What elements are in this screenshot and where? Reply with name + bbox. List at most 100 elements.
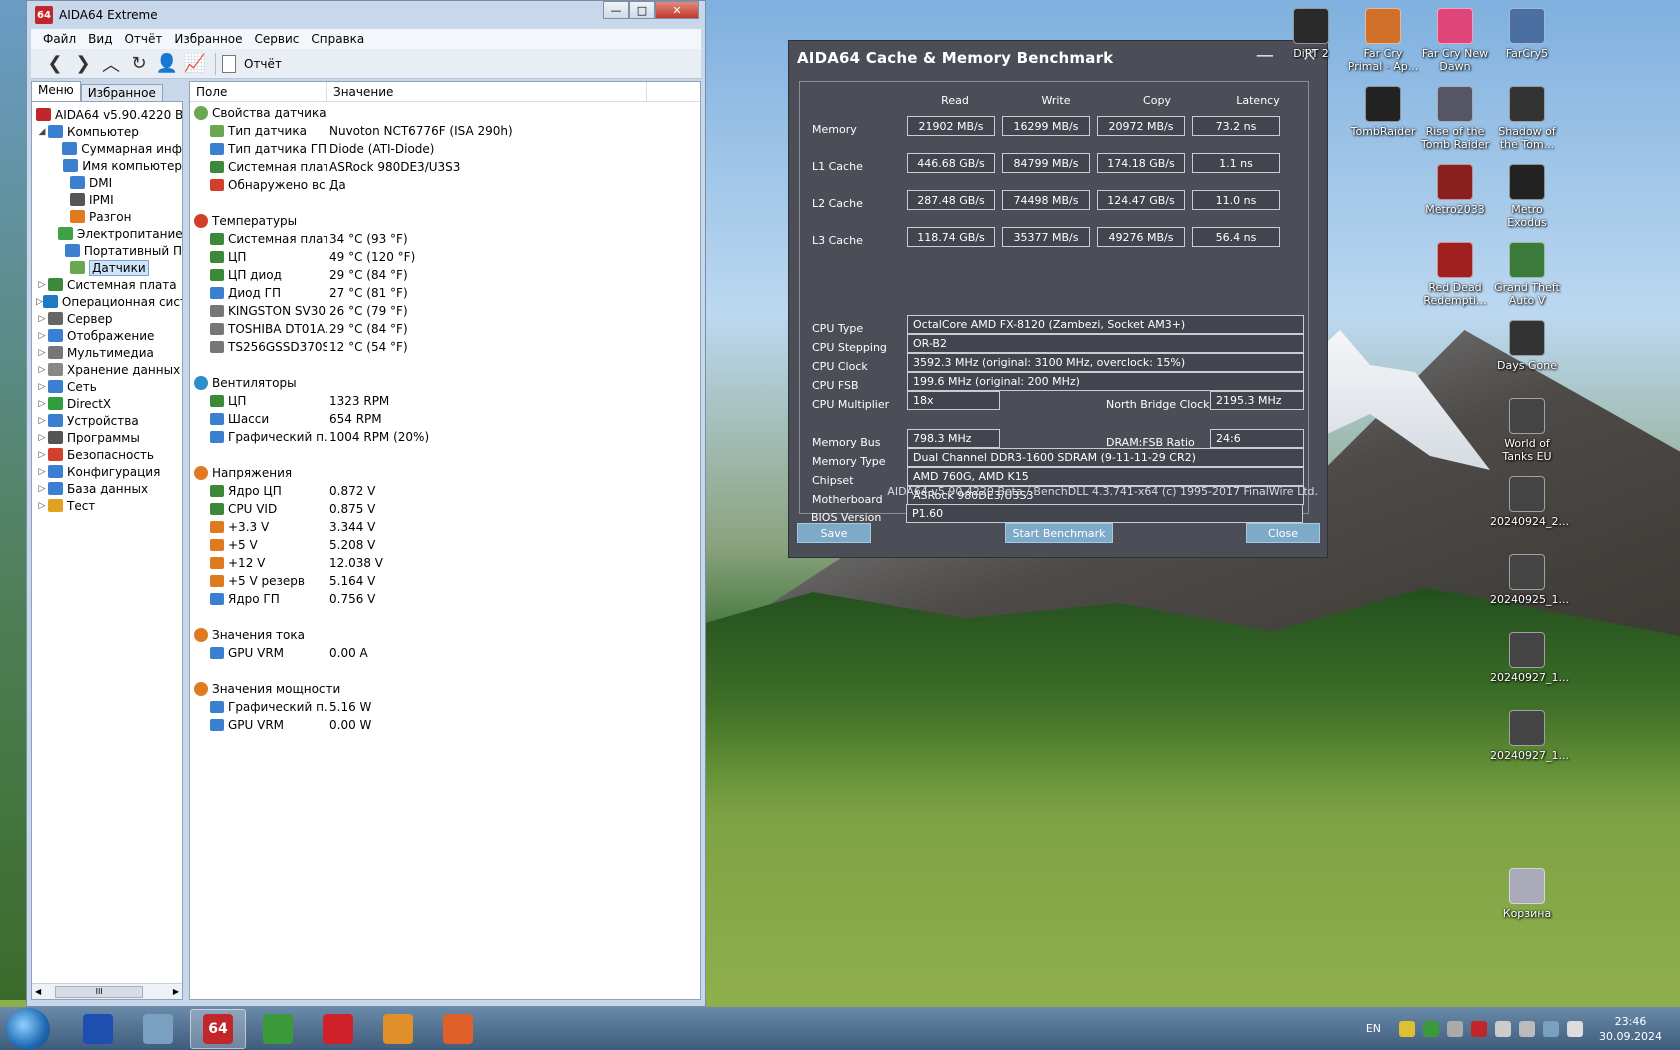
sensor-row[interactable]: CPU VID 0.875 V — [190, 500, 700, 518]
start-button[interactable] — [6, 1007, 50, 1050]
taskbar-player-app[interactable] — [370, 1009, 426, 1049]
chart-icon[interactable]: 📈 — [181, 51, 209, 77]
taskbar-xbox-app[interactable] — [250, 1009, 306, 1049]
sensor-row[interactable]: Графический п... 5.16 W — [190, 698, 700, 716]
desktop-shortcut[interactable]: Grand Theft Auto V — [1490, 242, 1564, 307]
tree-item[interactable]: Электропитание — [32, 225, 182, 242]
sensor-group-header[interactable]: Значения тока — [190, 626, 700, 644]
desktop-shortcut[interactable]: Metro2033 — [1418, 164, 1492, 216]
scroll-thumb[interactable]: III — [55, 985, 144, 998]
tree-expander-icon[interactable]: ▷ — [36, 348, 48, 358]
sensor-row[interactable]: ЦП диод 29 °C (84 °F) — [190, 266, 700, 284]
tree-item[interactable]: AIDA64 v5.90.4220 Beta — [32, 106, 182, 123]
tray-generic-icon[interactable] — [1447, 1020, 1464, 1037]
sensor-row[interactable]: GPU VRM 0.00 A — [190, 644, 700, 662]
tree-expander-icon[interactable]: ▷ — [36, 484, 48, 494]
sensor-group-header[interactable]: Значения мощности — [190, 680, 700, 698]
tab-menu[interactable]: Меню — [31, 81, 81, 101]
tree-item[interactable]: ▷ Операционная сист — [32, 293, 182, 310]
tray-volume-icon[interactable] — [1567, 1020, 1584, 1037]
tree-expander-icon[interactable]: ▷ — [36, 501, 48, 511]
benchmark-close-button[interactable]: Close — [1246, 523, 1320, 543]
sensor-row[interactable]: +5 V резерв 5.164 V — [190, 572, 700, 590]
sensor-row[interactable]: TS256GSSD370S 12 °C (54 °F) — [190, 338, 700, 356]
tree-item[interactable]: ▷ Устройства — [32, 412, 182, 429]
desktop-shortcut[interactable]: TombRaider — [1346, 86, 1420, 138]
tray-flag-icon[interactable] — [1495, 1020, 1512, 1037]
start-benchmark-button[interactable]: Start Benchmark — [1005, 523, 1113, 543]
tree-item[interactable]: ▷ Тест — [32, 497, 182, 514]
sensor-row[interactable]: GPU VRM 0.00 W — [190, 716, 700, 734]
taskbar-opera-app[interactable] — [310, 1009, 366, 1049]
menu-service[interactable]: Сервис — [249, 32, 306, 46]
desktop-shortcut[interactable]: Shadow of the Tom... — [1490, 86, 1564, 151]
desktop-shortcut[interactable]: 20240924_2... — [1490, 476, 1569, 528]
minimize-button[interactable]: — — [603, 1, 629, 19]
report-button[interactable]: Отчёт — [222, 54, 282, 73]
tree-item[interactable]: ▷ Сервер — [32, 310, 182, 327]
tree-expander-icon[interactable]: ▷ — [36, 450, 48, 460]
language-indicator[interactable]: EN — [1366, 1022, 1381, 1035]
refresh-icon[interactable]: ↻ — [125, 51, 153, 77]
tree-item[interactable]: ▷ База данных — [32, 480, 182, 497]
sensor-row[interactable]: Тип датчика ГП Diode (ATI-Diode) — [190, 140, 700, 158]
tree-expander-icon[interactable]: ▷ — [36, 467, 48, 477]
desktop-shortcut[interactable]: 20240927_1... — [1490, 710, 1569, 762]
tree-item[interactable]: Суммарная инф — [32, 140, 182, 157]
desktop-shortcut[interactable]: Red Dead Redempti... — [1418, 242, 1492, 307]
desktop-shortcut[interactable]: 20240927_1... — [1490, 632, 1569, 684]
forward-icon[interactable]: ❯ — [69, 51, 97, 77]
sensor-row[interactable]: +5 V 5.208 V — [190, 536, 700, 554]
scroll-right-icon[interactable]: ▶ — [173, 987, 179, 996]
tree-item[interactable]: Разгон — [32, 208, 182, 225]
sensor-group-header[interactable]: Вентиляторы — [190, 374, 700, 392]
sensor-row[interactable]: Системная плата ASRock 980DE3/U3S3 — [190, 158, 700, 176]
taskbar-firefox-app[interactable] — [430, 1009, 486, 1049]
tree-expander-icon[interactable]: ▷ — [36, 365, 48, 375]
tray-aida64-icon[interactable] — [1471, 1020, 1488, 1037]
sensor-row[interactable]: Графический п... 1004 RPM (20%) — [190, 428, 700, 446]
tab-favorites[interactable]: Избранное — [80, 84, 163, 101]
sensor-row[interactable]: +3.3 V 3.344 V — [190, 518, 700, 536]
sensor-row[interactable]: ЦП 49 °C (120 °F) — [190, 248, 700, 266]
tree-item[interactable]: ▷ Мультимедиа — [32, 344, 182, 361]
tray-usb-icon[interactable] — [1519, 1020, 1536, 1037]
tree-item[interactable]: ▷ Хранение данных — [32, 361, 182, 378]
sensor-row[interactable]: Шасси 654 RPM — [190, 410, 700, 428]
tree-expander-icon[interactable]: ◢ — [36, 127, 48, 137]
tree-item[interactable]: ▷ Конфигурация — [32, 463, 182, 480]
sensor-row[interactable]: TOSHIBA DT01A... 29 °C (84 °F) — [190, 320, 700, 338]
desktop-shortcut[interactable]: FarCry5 — [1490, 8, 1564, 60]
taskbar-aida64-app[interactable]: 64 — [190, 1008, 246, 1049]
column-header-field[interactable]: Поле — [190, 82, 327, 101]
tray-network-icon[interactable] — [1543, 1020, 1560, 1037]
tray-xbox-icon[interactable] — [1423, 1020, 1440, 1037]
close-button[interactable]: ✕ — [655, 1, 699, 19]
tree-expander-icon[interactable]: ▷ — [36, 331, 48, 341]
sensor-group-header[interactable]: Температуры — [190, 212, 700, 230]
menu-favorites[interactable]: Избранное — [168, 32, 248, 46]
tree-expander-icon[interactable]: ▷ — [36, 280, 48, 290]
taskbar-calc-app[interactable] — [130, 1009, 186, 1049]
desktop-shortcut[interactable]: Metro Exodus — [1490, 164, 1564, 229]
tray-app-icon[interactable] — [1399, 1020, 1416, 1037]
desktop-shortcut[interactable]: 20240925_1... — [1490, 554, 1569, 606]
tree-expander-icon[interactable]: ▷ — [36, 433, 48, 443]
tree-item[interactable]: ▷ Безопасность — [32, 446, 182, 463]
scroll-left-icon[interactable]: ◀ — [35, 987, 41, 996]
desktop-shortcut[interactable]: Rise of the Tomb Raider — [1418, 86, 1492, 151]
tree-item[interactable]: ▷ Системная плата — [32, 276, 182, 293]
tree-item[interactable]: ◢ Компьютер — [32, 123, 182, 140]
sensor-row[interactable]: ЦП 1323 RPM — [190, 392, 700, 410]
tree-item[interactable]: DMI — [32, 174, 182, 191]
menu-file[interactable]: Файл — [37, 32, 82, 46]
sensor-row[interactable]: Ядро ГП 0.756 V — [190, 590, 700, 608]
menu-view[interactable]: Вид — [82, 32, 118, 46]
tree-expander-icon[interactable]: ▷ — [36, 416, 48, 426]
benchmark-title[interactable]: AIDA64 Cache & Memory Benchmark — [789, 41, 1327, 75]
sensor-row[interactable]: KINGSTON SV30... 26 °C (79 °F) — [190, 302, 700, 320]
tree-expander-icon[interactable]: ▷ — [36, 382, 48, 392]
tree-item[interactable]: ▷ DirectX — [32, 395, 182, 412]
tree-item[interactable]: Портативный П — [32, 242, 182, 259]
up-icon[interactable]: ︿ — [97, 51, 125, 77]
